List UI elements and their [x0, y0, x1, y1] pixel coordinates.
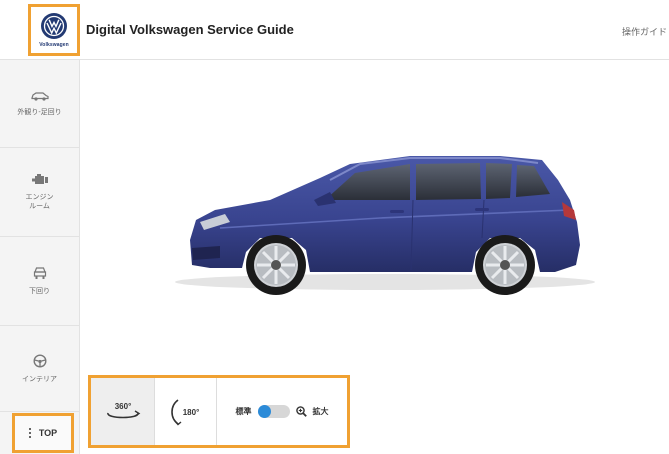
car-underbody-icon	[33, 266, 47, 283]
sidebar-item-underbody[interactable]: 下回り	[0, 237, 79, 326]
zoom-enlarge-label: 拡大	[312, 407, 329, 416]
zoom-toggle-knob	[257, 405, 271, 418]
sidebar-item-label: エンジン ルーム	[25, 193, 54, 210]
sidebar-item-engine-room[interactable]: エンジン ルーム	[0, 148, 79, 237]
logo-wordmark: Volkswagen	[39, 42, 69, 48]
vw-logo-button[interactable]: Volkswagen	[28, 4, 80, 56]
zoom-toggle-switch[interactable]	[257, 405, 290, 418]
operation-guide-link[interactable]: 操作ガイド	[622, 25, 667, 38]
vw-logo-icon	[41, 13, 67, 39]
sidebar: 外観り-足回り エンジン ルーム 下回り インテリア TOP	[0, 60, 80, 454]
zoom-toggle-group: 標準 拡大	[217, 405, 347, 418]
app-header: Volkswagen Digital Volkswagen Service Gu…	[0, 0, 669, 60]
sidebar-item-interior[interactable]: インテリア	[0, 326, 79, 412]
steering-wheel-icon	[32, 353, 47, 371]
sidebar-item-label: インテリア	[22, 375, 57, 383]
top-menu-button[interactable]: TOP	[12, 413, 74, 453]
sidebar-item-exterior[interactable]: 外観り-足回り	[0, 60, 79, 148]
engine-icon	[31, 173, 49, 189]
view-controls: 360° 180° 標準 拡大	[88, 375, 350, 448]
rotate-180-label: 180°	[182, 408, 199, 417]
zoom-standard-label: 標準	[235, 407, 252, 416]
rotate-360-icon: 360°	[106, 402, 140, 418]
car-exterior-icon	[30, 91, 49, 104]
sidebar-item-label: 外観り-足回り	[17, 108, 62, 116]
rotate-360-label: 360°	[114, 402, 131, 411]
magnifier-plus-icon	[295, 406, 307, 417]
rotate-180-button[interactable]: 180°	[155, 378, 217, 445]
sidebar-item-label: 下回り	[29, 288, 50, 295]
top-label: TOP	[38, 428, 58, 438]
app-title: Digital Volkswagen Service Guide	[86, 22, 294, 37]
kebab-menu-icon	[28, 428, 31, 438]
rotate-360-button[interactable]: 360°	[91, 378, 155, 445]
rotate-180-icon: 180°	[170, 398, 199, 425]
